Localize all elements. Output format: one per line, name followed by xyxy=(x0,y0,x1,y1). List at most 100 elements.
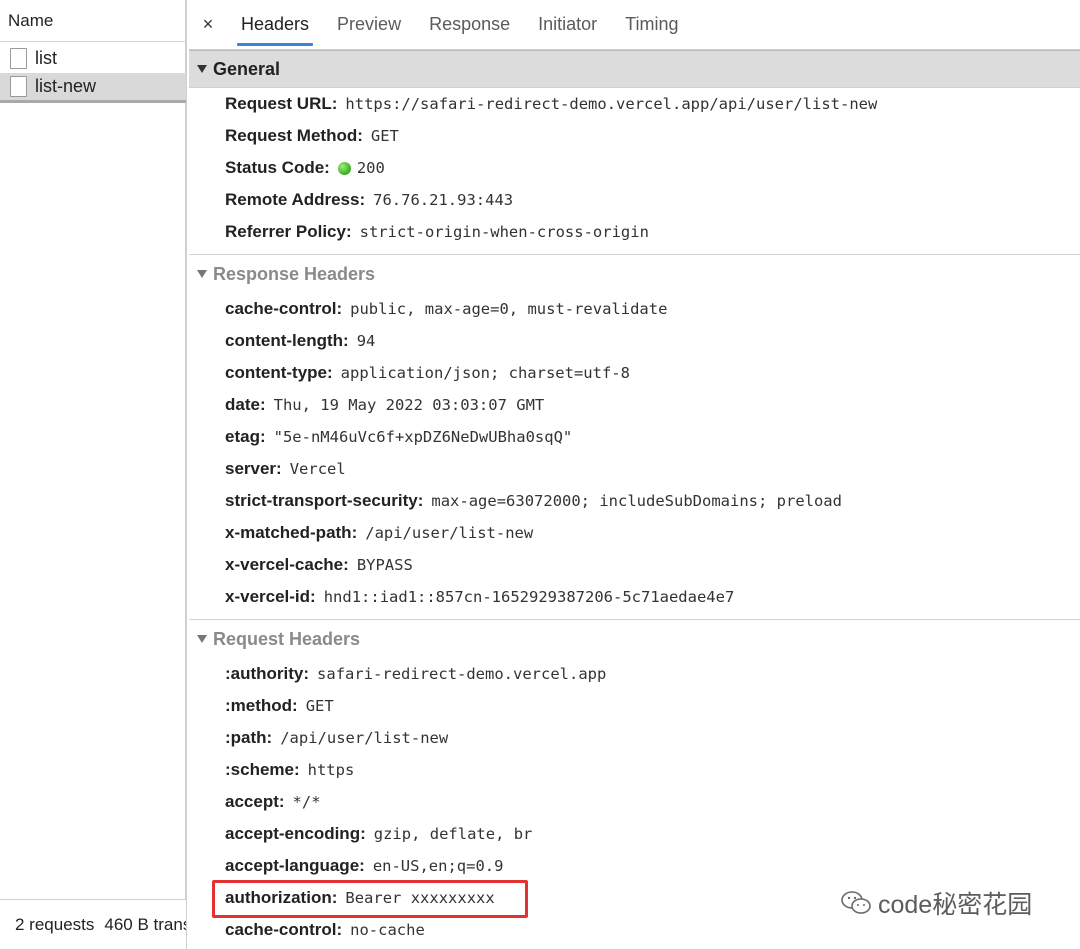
header-value: Vercel xyxy=(289,460,346,478)
header-value: Bearer xxxxxxxxx xyxy=(345,889,495,907)
response-headers-section-header[interactable]: Response Headers xyxy=(189,255,1080,293)
header-key: x-vercel-id: xyxy=(225,587,316,606)
header-row: content-length: 94 xyxy=(225,325,1080,357)
header-key: etag: xyxy=(225,427,266,446)
transferred-size: 460 B transferred xyxy=(104,915,186,934)
tab-timing[interactable]: Timing xyxy=(611,0,692,49)
header-key: x-vercel-cache: xyxy=(225,555,349,574)
name-column-header[interactable]: Name xyxy=(0,0,185,42)
header-key: Request Method: xyxy=(225,126,363,145)
header-row: server: Vercel xyxy=(225,453,1080,485)
header-row: strict-transport-security: max-age=630720… xyxy=(225,485,1080,517)
header-row: accept: */* xyxy=(225,786,1080,818)
header-key: :method: xyxy=(225,696,298,715)
header-row: Remote Address: 76.76.21.93:443 xyxy=(225,184,1080,216)
header-row: x-vercel-id: hnd1::iad1::857cn-1652929387… xyxy=(225,581,1080,613)
tab-response[interactable]: Response xyxy=(415,0,524,49)
header-key: accept-encoding: xyxy=(225,824,366,843)
header-row: Request Method: GET xyxy=(225,120,1080,152)
header-key: server: xyxy=(225,459,282,478)
header-value: 94 xyxy=(356,332,376,350)
header-value: */* xyxy=(292,793,321,811)
general-section-header[interactable]: General xyxy=(189,50,1080,88)
header-row: date: Thu, 19 May 2022 03:03:07 GMT xyxy=(225,389,1080,421)
request-list-panel: Name list list-new 2 requests 460 B trans… xyxy=(0,0,187,949)
header-row: accept-language: en-US,en;q=0.9 xyxy=(225,850,1080,882)
header-value: safari-redirect-demo.vercel.app xyxy=(317,665,607,683)
tab-headers[interactable]: Headers xyxy=(227,0,323,49)
header-value: hnd1::iad1::857cn-1652929387206-5c71aeda… xyxy=(323,588,735,606)
header-value: "5e-nM46uVc6f+xpDZ6NeDwUBha0sqQ" xyxy=(273,428,573,446)
request-item-list[interactable]: list xyxy=(0,43,186,73)
header-value: 200 xyxy=(356,159,385,177)
section-title: General xyxy=(213,58,281,79)
header-key: :authority: xyxy=(225,664,310,683)
request-item-label: list-new xyxy=(35,76,97,96)
header-key: Status Code: xyxy=(225,158,330,177)
header-key: authorization: xyxy=(225,888,338,907)
header-row: x-matched-path: /api/user/list-new xyxy=(225,517,1080,549)
request-item-label: list xyxy=(35,47,57,68)
header-row: accept-encoding: gzip, deflate, br xyxy=(225,818,1080,850)
header-value: https xyxy=(307,761,355,779)
header-value: max-age=63072000; includeSubDomains; pre… xyxy=(431,492,842,510)
tab-preview[interactable]: Preview xyxy=(323,0,415,49)
header-key: :scheme: xyxy=(225,760,300,779)
header-row: :authority: safari-redirect-demo.vercel.a… xyxy=(225,658,1080,690)
general-rows: Request URL: https://safari-redirect-dem… xyxy=(189,88,1080,248)
wechat-icon xyxy=(841,891,871,914)
header-value: /api/user/list-new xyxy=(365,524,534,542)
header-row: x-vercel-cache: BYPASS xyxy=(225,549,1080,581)
header-key: Request URL: xyxy=(225,94,338,113)
response-header-rows: cache-control: public, max-age=0, must-re… xyxy=(189,293,1080,613)
header-value: BYPASS xyxy=(356,556,413,574)
header-value: https://safari-redirect-demo.vercel.app/… xyxy=(345,95,878,113)
header-value: application/json; charset=utf-8 xyxy=(340,364,630,382)
header-value: Thu, 19 May 2022 03:03:07 GMT xyxy=(273,396,545,414)
triangle-down-icon xyxy=(197,635,207,643)
header-row: Status Code: 200 xyxy=(225,152,1080,184)
header-key: cache-control: xyxy=(225,920,343,939)
document-icon xyxy=(10,47,27,69)
watermark: code秘密花园 xyxy=(840,885,1032,921)
header-key: cache-control: xyxy=(225,299,343,318)
header-value: en-US,en;q=0.9 xyxy=(372,857,504,875)
header-value: /api/user/list-new xyxy=(280,729,449,747)
triangle-down-icon xyxy=(197,65,207,73)
section-title: Response Headers xyxy=(213,263,376,284)
header-row: :method: GET xyxy=(225,690,1080,722)
request-details-panel: × Headers Preview Response Initiator Tim… xyxy=(189,0,1080,949)
header-row: Request URL: https://safari-redirect-dem… xyxy=(225,88,1080,120)
header-key: Referrer Policy: xyxy=(225,222,352,241)
header-key: Remote Address: xyxy=(225,190,366,209)
header-key: accept: xyxy=(225,792,285,811)
header-key: content-length: xyxy=(225,331,349,350)
header-key: content-type: xyxy=(225,363,333,382)
request-summary-footer: 2 requests 460 B transferred xyxy=(0,899,186,949)
header-row: cache-control: public, max-age=0, must-re… xyxy=(225,293,1080,325)
header-key: strict-transport-security: xyxy=(225,491,424,510)
header-row: Referrer Policy: strict-origin-when-cros… xyxy=(225,216,1080,248)
details-tab-bar: × Headers Preview Response Initiator Tim… xyxy=(189,0,1080,50)
header-value: public, max-age=0, must-revalidate xyxy=(350,300,668,318)
header-row: :scheme: https xyxy=(225,754,1080,786)
close-icon[interactable]: × xyxy=(189,0,227,49)
tab-initiator[interactable]: Initiator xyxy=(524,0,611,49)
watermark-text: code秘密花园 xyxy=(878,891,1033,919)
triangle-down-icon xyxy=(197,270,207,278)
header-row: :path: /api/user/list-new xyxy=(225,722,1080,754)
request-headers-section-header[interactable]: Request Headers xyxy=(189,620,1080,658)
header-key: x-matched-path: xyxy=(225,523,358,542)
request-count: 2 requests xyxy=(15,915,95,934)
request-item-list-new[interactable]: list-new xyxy=(0,73,186,103)
header-row: etag: "5e-nM46uVc6f+xpDZ6NeDwUBha0sqQ" xyxy=(225,421,1080,453)
header-row: content-type: application/json; charset=u… xyxy=(225,357,1080,389)
header-value: no-cache xyxy=(350,921,425,939)
header-value: GET xyxy=(370,127,399,145)
header-key: date: xyxy=(225,395,266,414)
section-title: Request Headers xyxy=(213,628,361,649)
header-value: 76.76.21.93:443 xyxy=(373,191,514,209)
status-ok-icon xyxy=(337,161,351,175)
document-icon xyxy=(10,76,27,97)
header-key: :path: xyxy=(225,728,273,747)
